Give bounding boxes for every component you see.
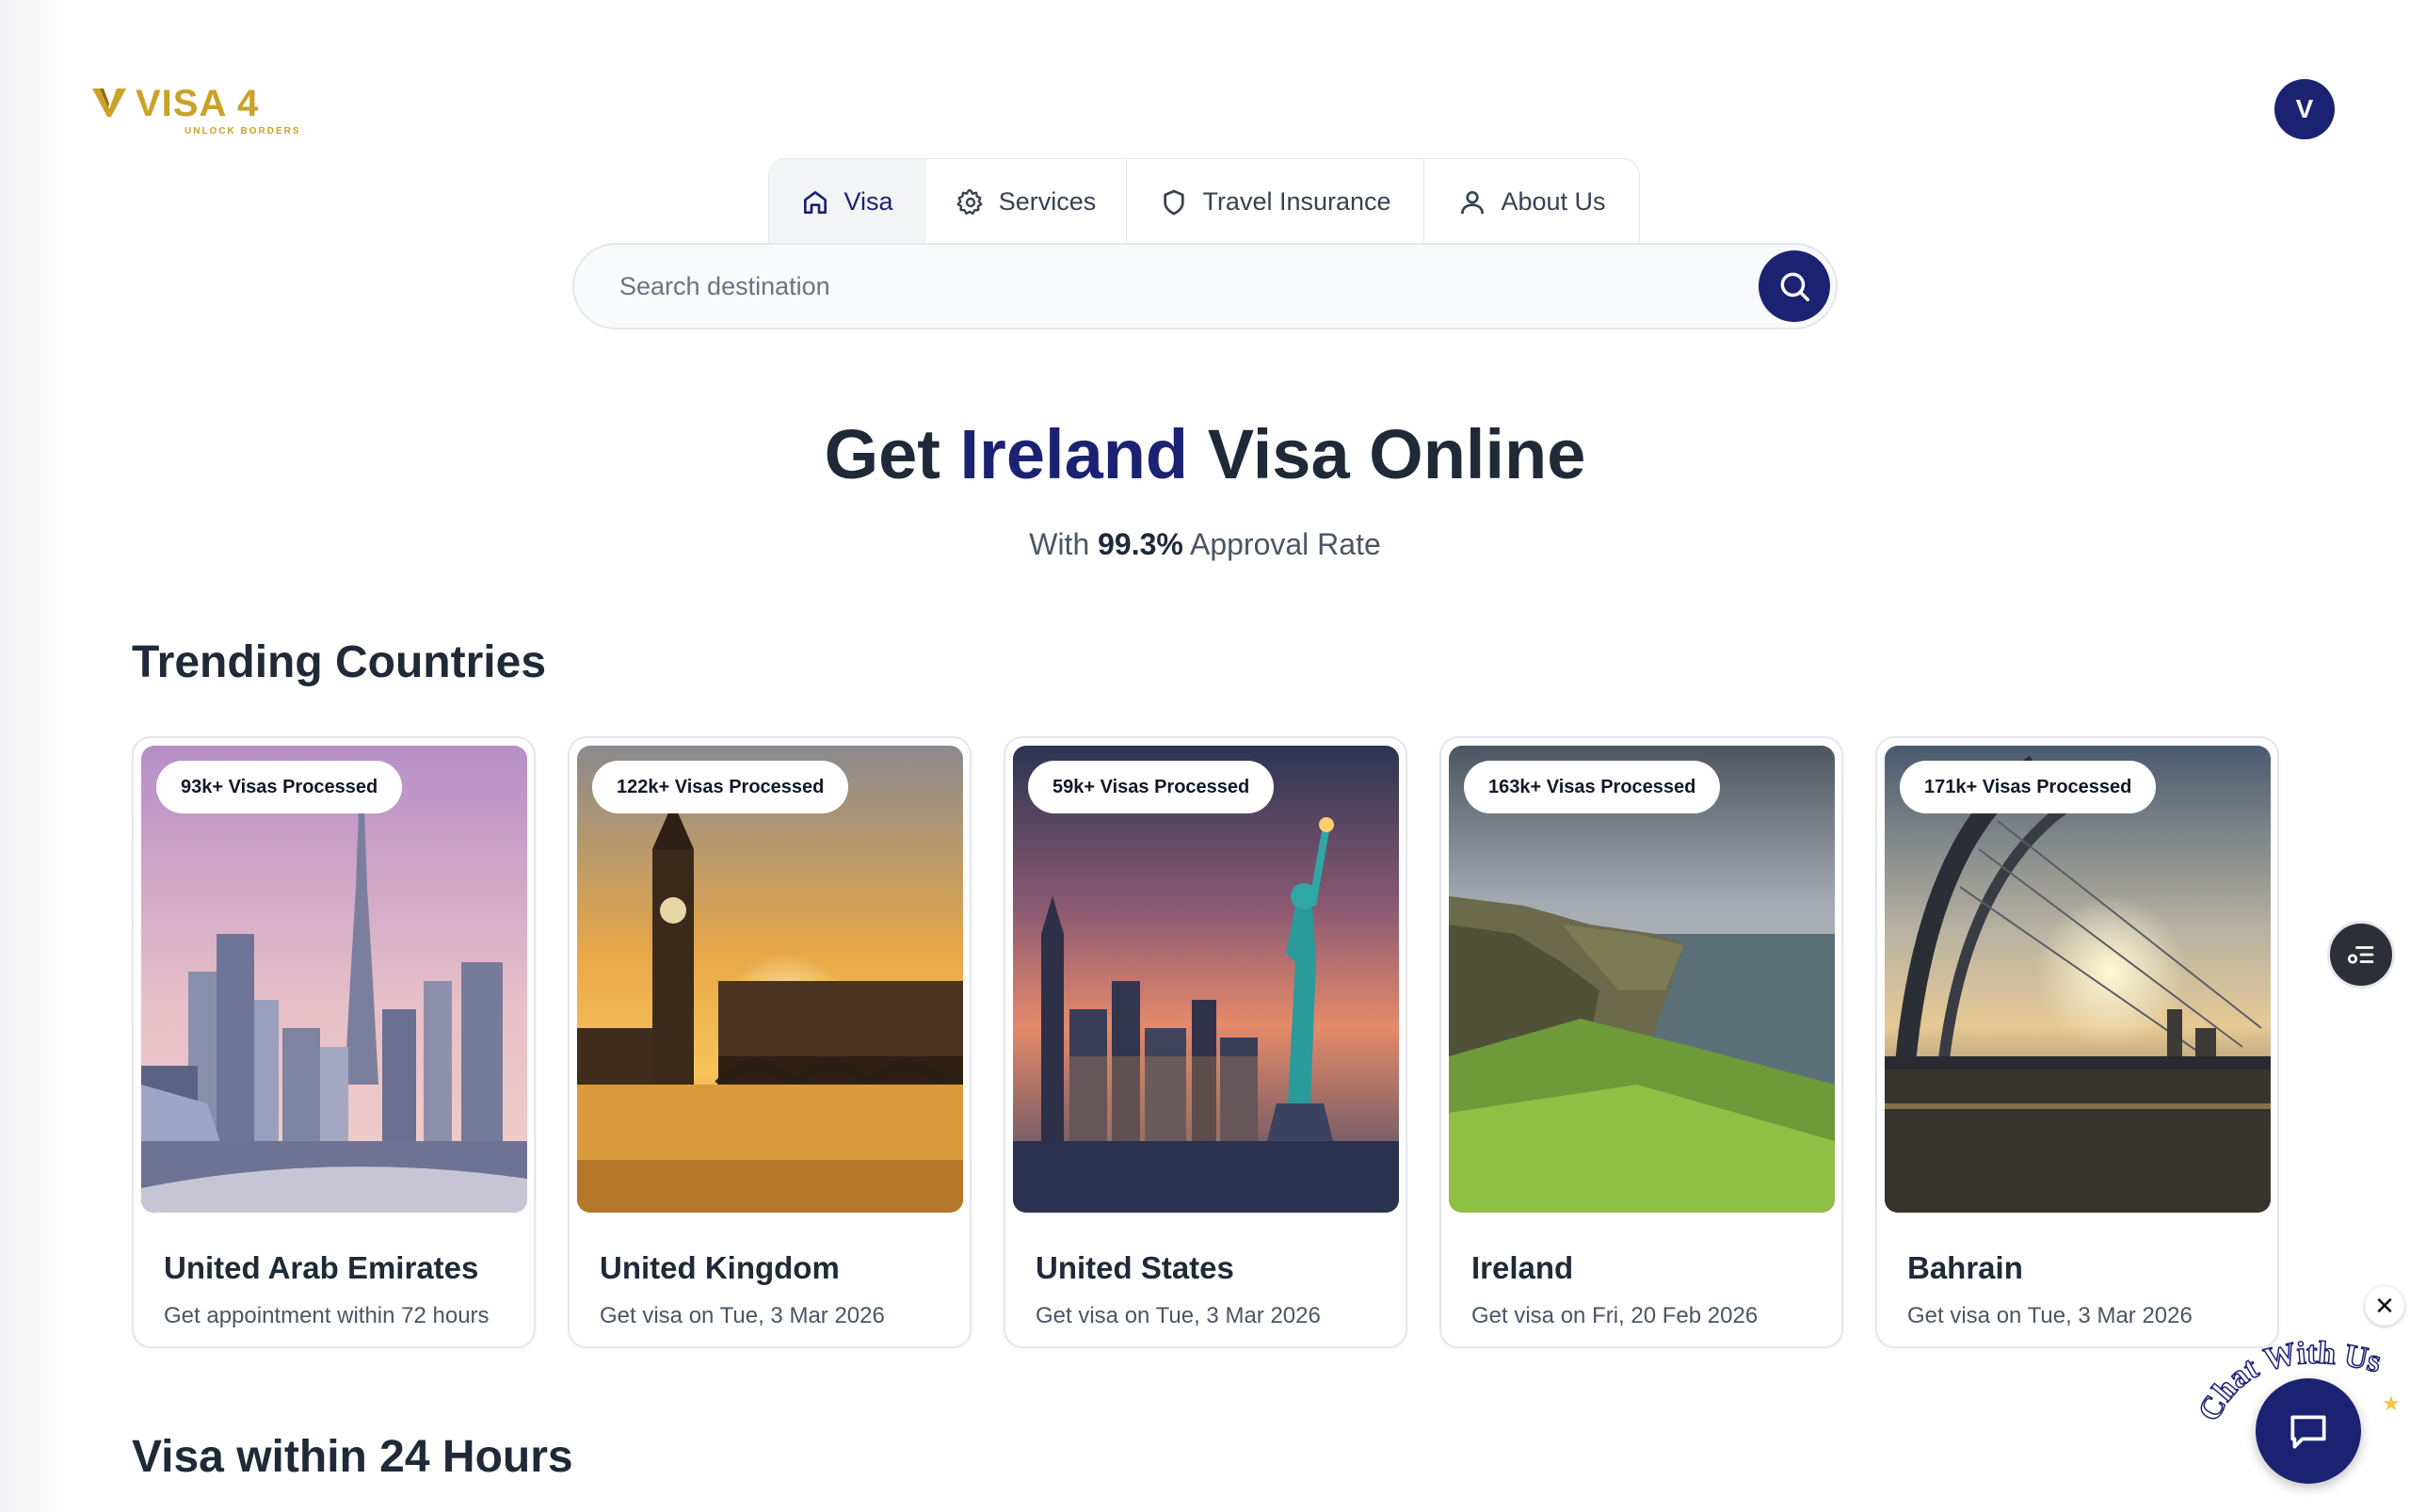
country-card-bahrain[interactable]: 171k+ Visas Processed Bahrain Get visa o…: [1875, 736, 2279, 1348]
hero-title-suffix: Visa Online: [1207, 415, 1586, 493]
page-title: Get Ireland Visa Online: [0, 414, 2410, 494]
bahrain-bridge-image: [1885, 746, 2271, 1213]
user-avatar[interactable]: V: [2274, 79, 2335, 139]
statue-of-liberty-image: [1013, 746, 1399, 1213]
visa-nav-tabs: Visa Services Travel Insurance About Us: [768, 158, 1640, 245]
country-name: United States: [1036, 1250, 1234, 1285]
search-bar: [572, 243, 1838, 330]
country-card-image: 122k+ Visas Processed: [577, 746, 963, 1213]
country-card-image: 171k+ Visas Processed: [1885, 746, 2271, 1213]
tab-travel-insurance[interactable]: Travel Insurance: [1127, 159, 1424, 245]
floating-filter-button[interactable]: [2327, 921, 2395, 989]
country-card-image: 163k+ Visas Processed: [1449, 746, 1835, 1213]
tab-visa[interactable]: Visa: [769, 159, 925, 245]
cliffs-of-moher-image: [1449, 746, 1835, 1213]
tab-visa-label: Visa: [844, 187, 893, 216]
visas-processed-badge: 122k+ Visas Processed: [592, 761, 849, 813]
search-input[interactable]: [574, 245, 1759, 328]
country-card-ireland[interactable]: 163k+ Visas Processed Ireland Get visa o…: [1439, 736, 1843, 1348]
hero-title-prefix: Get: [824, 415, 940, 493]
dubai-skyline-image: [141, 746, 527, 1213]
country-name: Ireland: [1471, 1250, 1574, 1285]
chat-bubble-icon: [2290, 1415, 2326, 1449]
hero-sub-suffix: Approval Rate: [1189, 527, 1381, 561]
search-icon: [1780, 272, 1809, 301]
close-icon: ✕: [2374, 1291, 2395, 1320]
gear-icon: [956, 188, 983, 215]
logo-tagline: UNLOCK BORDERS: [185, 126, 301, 137]
country-card-uae[interactable]: 93k+ Visas Processed United Arab Emirate…: [132, 736, 536, 1348]
tab-travel-insurance-label: Travel Insurance: [1202, 187, 1391, 216]
shield-icon: [1164, 189, 1185, 215]
country-card-usa[interactable]: 59k+ Visas Processed United States Get v…: [1004, 736, 1407, 1348]
home-icon: [804, 190, 827, 214]
hero-subtitle: With 99.3% Approval Rate: [0, 527, 2410, 562]
country-name: United Arab Emirates: [164, 1250, 479, 1285]
filter-list-icon: [2347, 946, 2374, 964]
trending-countries-list: 93k+ Visas Processed United Arab Emirate…: [132, 736, 2279, 1348]
visas-processed-badge: 59k+ Visas Processed: [1028, 761, 1275, 813]
visa4-logo-icon: [92, 88, 126, 117]
logo-text: VISA 4: [136, 83, 260, 124]
country-name: Bahrain: [1907, 1250, 2023, 1285]
user-icon: [1461, 190, 1485, 214]
visas-processed-badge: 171k+ Visas Processed: [1900, 761, 2157, 813]
search-button[interactable]: [1759, 250, 1830, 322]
visa-eta: Get visa on Tue, 3 Mar 2026: [1036, 1303, 1321, 1328]
hero-title-country: Ireland: [959, 415, 1189, 493]
visa-eta: Get appointment within 72 hours: [164, 1303, 490, 1328]
big-ben-image: [577, 746, 963, 1213]
tab-services[interactable]: Services: [925, 159, 1127, 245]
brand-logo[interactable]: VISA 4 UNLOCK BORDERS: [90, 83, 301, 137]
visa-24-hours-heading: Visa within 24 Hours: [132, 1432, 573, 1482]
tab-services-label: Services: [998, 187, 1097, 216]
chat-button[interactable]: [2256, 1378, 2361, 1484]
country-card-image: 93k+ Visas Processed: [141, 746, 527, 1213]
visa-eta: Get visa on Tue, 3 Mar 2026: [600, 1303, 885, 1328]
country-name: United Kingdom: [600, 1250, 840, 1285]
hero-sub-prefix: With: [1029, 527, 1090, 561]
visas-processed-badge: 93k+ Visas Processed: [156, 761, 403, 813]
page-edge-shade: [0, 0, 66, 1512]
tab-about-us[interactable]: About Us: [1424, 159, 1639, 245]
country-card-uk[interactable]: 122k+ Visas Processed United Kingdom Get…: [568, 736, 972, 1348]
country-card-image: 59k+ Visas Processed: [1013, 746, 1399, 1213]
visas-processed-badge: 163k+ Visas Processed: [1464, 761, 1721, 813]
sparkle-icon: ★: [2382, 1391, 2401, 1415]
approval-rate: 99.3%: [1098, 527, 1183, 561]
visa-eta: Get visa on Fri, 20 Feb 2026: [1471, 1303, 1759, 1328]
tab-about-us-label: About Us: [1501, 187, 1606, 216]
trending-countries-heading: Trending Countries: [132, 637, 547, 687]
